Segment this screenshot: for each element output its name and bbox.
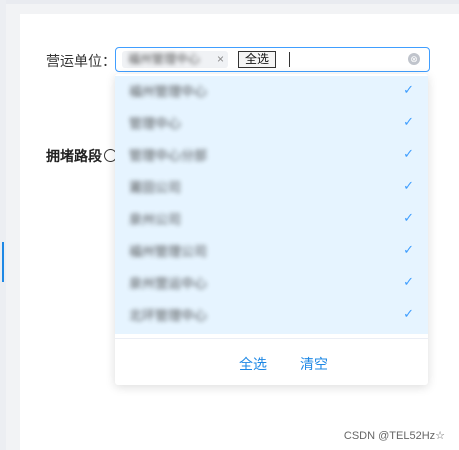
check-icon: ✓	[403, 274, 414, 289]
section-title: 拥堵路段	[46, 146, 117, 166]
option-list: 福州管理中心 ✓ 管理中心 ✓ 管理中心分部 ✓ 莆田公司 ✓ 泉州公司 ✓ 福…	[115, 76, 428, 334]
option-item[interactable]: 北环管理中心 ✓	[115, 300, 428, 332]
option-item[interactable]: 管理中心 ✓	[115, 108, 428, 140]
check-icon: ✓	[403, 178, 414, 193]
option-label: 福州管理公司	[129, 244, 208, 259]
text-caret	[289, 52, 290, 67]
side-rail	[0, 0, 6, 450]
clear-button[interactable]: 清空	[300, 354, 328, 374]
clear-icon[interactable]: ⊗	[408, 53, 420, 65]
option-item[interactable]: 管理中心分部 ✓	[115, 140, 428, 172]
option-item[interactable]: 泉州公司 ✓	[115, 204, 428, 236]
section-title-text: 拥堵路段	[46, 148, 102, 164]
check-icon: ✓	[403, 114, 414, 129]
selected-tag: 福州管理中心 ×	[122, 51, 228, 68]
option-label: 福州管理中心	[129, 84, 208, 99]
dropdown-footer: 全选 清空	[115, 338, 428, 386]
watermark: CSDN @TEL52Hz☆	[343, 430, 445, 442]
option-label: 北环管理中心	[129, 308, 208, 323]
top-strip	[0, 0, 459, 4]
check-icon: ✓	[403, 242, 414, 257]
operating-unit-select[interactable]: 福州管理中心 × 全选 ⊗	[115, 47, 430, 72]
operating-unit-label: 营运单位：	[46, 51, 116, 71]
option-item[interactable]: 莆田公司 ✓	[115, 172, 428, 204]
option-item[interactable]: 泉州营运中心 ✓	[115, 268, 428, 300]
operating-unit-label-text: 营运单位	[46, 53, 102, 69]
option-label: 泉州营运中心	[129, 276, 208, 291]
option-label: 泉州公司	[129, 212, 182, 227]
selected-tag-text: 福州管理中心	[128, 52, 201, 66]
select-all-button[interactable]: 全选	[239, 354, 267, 374]
option-item[interactable]: 福州管理中心 ✓	[115, 76, 428, 108]
check-icon: ✓	[403, 82, 414, 97]
option-label: 管理中心	[129, 116, 182, 131]
tag-close-icon[interactable]: ×	[217, 52, 224, 67]
label-colon: ：	[102, 53, 116, 69]
check-icon: ✓	[403, 210, 414, 225]
check-icon: ✓	[403, 306, 414, 321]
option-item[interactable]: 福州管理公司 ✓	[115, 236, 428, 268]
active-indicator	[2, 242, 4, 282]
option-label: 管理中心分部	[129, 148, 208, 163]
check-icon: ✓	[403, 146, 414, 161]
select-dropdown: 福州管理中心 ✓ 管理中心 ✓ 管理中心分部 ✓ 莆田公司 ✓ 泉州公司 ✓ 福…	[115, 74, 428, 385]
inline-select-all-button[interactable]: 全选	[238, 51, 277, 68]
option-label: 莆田公司	[129, 180, 182, 195]
